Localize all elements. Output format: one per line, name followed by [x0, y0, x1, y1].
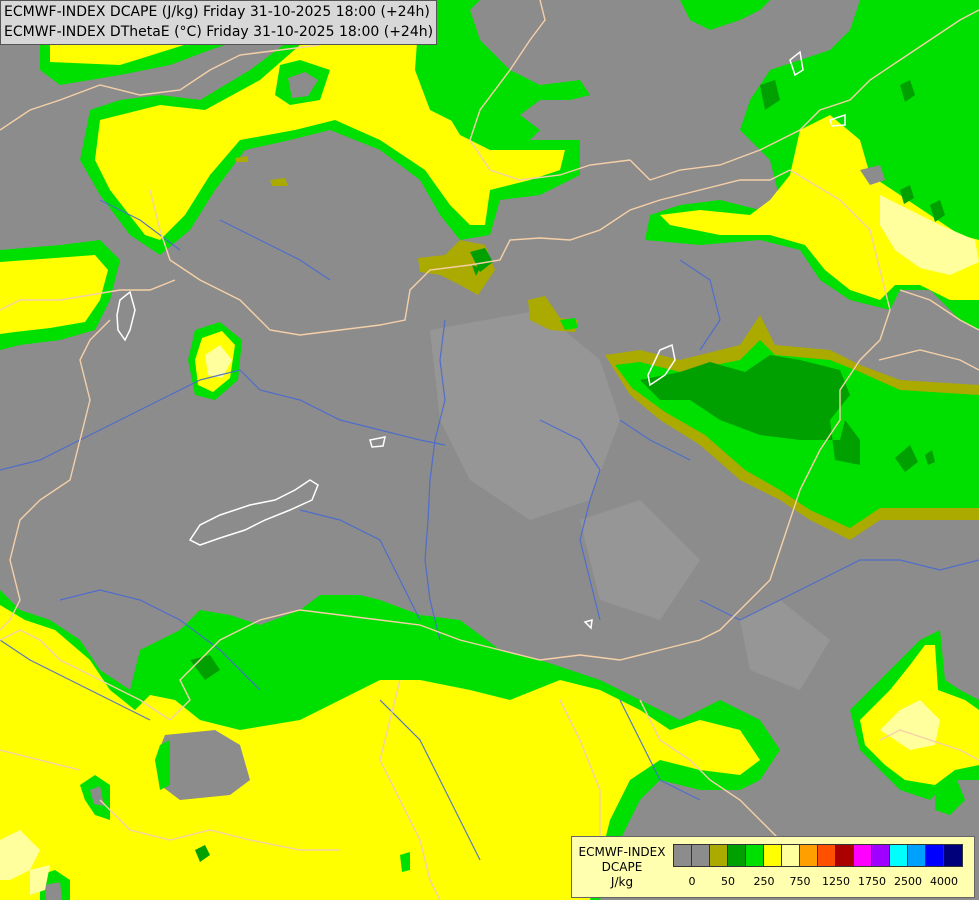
legend-swatch [692, 845, 710, 866]
color-legend: ECMWF-INDEX DCAPE J/kg 0 50 250 750 1250 1750… [571, 836, 975, 898]
legend-swatch [872, 845, 890, 866]
legend-swatch [818, 845, 836, 866]
legend-model: ECMWF-INDEX [578, 845, 666, 859]
legend-swatches [673, 844, 963, 867]
legend-swatch [854, 845, 872, 866]
legend-swatch [926, 845, 944, 866]
title-line-dcape: ECMWF-INDEX DCAPE (J/kg) Friday 31-10-20… [4, 4, 430, 20]
legend-swatch [746, 845, 764, 866]
legend-swatch [836, 845, 854, 866]
legend-swatch [782, 845, 800, 866]
legend-param: DCAPE [601, 860, 643, 874]
legend-tick-label: 4000 [930, 875, 958, 888]
legend-swatch [890, 845, 908, 866]
legend-swatch [728, 845, 746, 866]
legend-swatch [908, 845, 926, 866]
dcape-map [0, 0, 979, 900]
legend-tick-label: 0 [688, 875, 696, 888]
legend-tick-label: 1250 [822, 875, 850, 888]
legend-tick-label: 750 [789, 875, 811, 888]
legend-swatch [674, 845, 692, 866]
legend-swatch [800, 845, 818, 866]
legend-tick-label: 250 [753, 875, 775, 888]
legend-ticks: 0 50 250 750 1250 1750 2500 4000 [572, 875, 976, 891]
legend-swatch [764, 845, 782, 866]
legend-swatch [710, 845, 728, 866]
title-line-dthetae: ECMWF-INDEX DThetaE (°C) Friday 31-10-20… [4, 24, 434, 40]
legend-swatch [944, 845, 962, 866]
legend-tick-label: 50 [721, 875, 735, 888]
legend-tick-label: 1750 [858, 875, 886, 888]
map-title-box: ECMWF-INDEX DCAPE (J/kg) Friday 31-10-20… [0, 0, 438, 45]
legend-tick-label: 2500 [894, 875, 922, 888]
